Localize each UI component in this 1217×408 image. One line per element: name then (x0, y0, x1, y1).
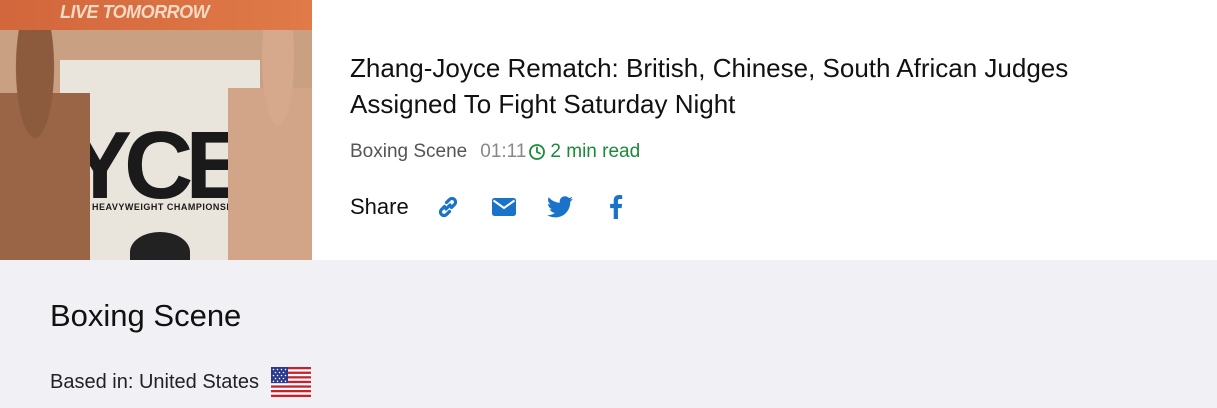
us-flag-icon (271, 367, 312, 397)
share-row: Share (350, 190, 655, 224)
article-title[interactable]: Zhang-Joyce Rematch: British, Chinese, S… (350, 50, 1170, 122)
poster-text: YCE (68, 112, 249, 219)
article-source[interactable]: Boxing Scene (350, 141, 467, 163)
banner-text: LIVE TOMORROW (60, 2, 210, 22)
based-in-text: Based in: United States (50, 370, 260, 393)
article-card: YCE HEAVYWEIGHT CHAMPIONSHIP LIVE TOMORR… (0, 0, 1217, 260)
share-label: Share (350, 194, 409, 219)
link-icon[interactable] (431, 190, 465, 224)
article-thumbnail[interactable]: YCE HEAVYWEIGHT CHAMPIONSHIP LIVE TOMORR… (0, 0, 312, 260)
clock-icon (528, 143, 546, 161)
based-in-row: Based in: United States (50, 367, 312, 397)
twitter-icon[interactable] (543, 190, 577, 224)
article-time: 01:11 (480, 141, 527, 162)
envelope-icon[interactable] (487, 190, 521, 224)
read-time: 2 min read (550, 141, 641, 162)
fighter-left-image (0, 10, 90, 260)
source-name[interactable]: Boxing Scene (50, 298, 241, 334)
facebook-icon[interactable] (599, 190, 633, 224)
poster-subtext: HEAVYWEIGHT CHAMPIONSHIP (92, 202, 243, 212)
fighter-right-image (228, 10, 312, 260)
source-info-panel: Boxing Scene Based in: United States (0, 260, 1217, 408)
article-meta: Boxing Scene 01:11 2 min read (350, 140, 640, 164)
